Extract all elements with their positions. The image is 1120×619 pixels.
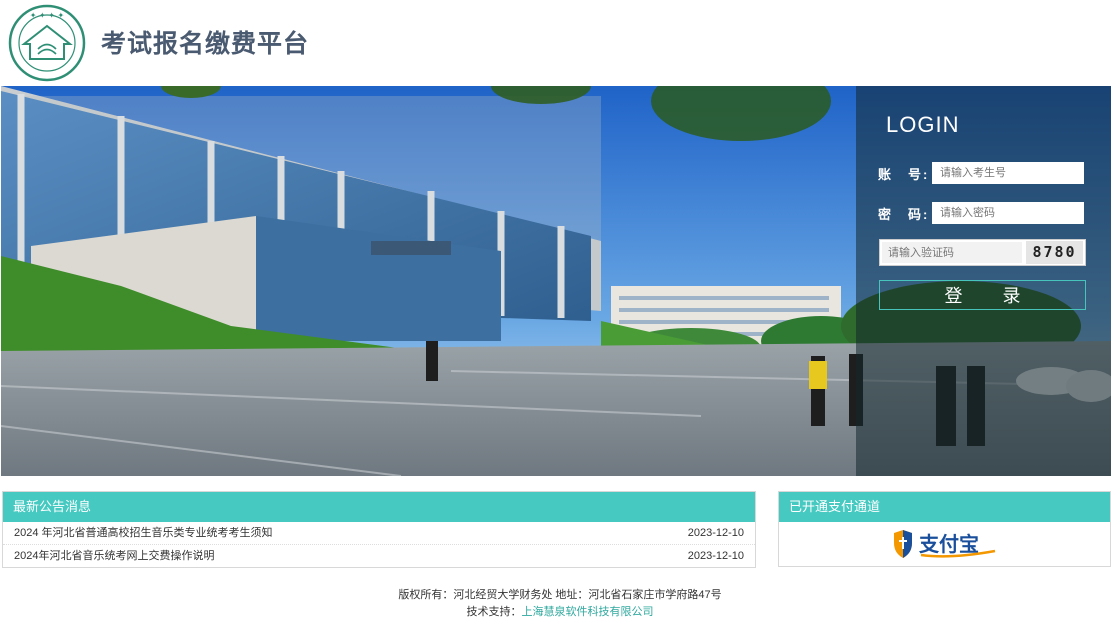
svg-text:✦ ✦ ✦ ✦: ✦ ✦ ✦ ✦ — [30, 11, 65, 20]
site-title: 考试报名缴费平台 — [101, 29, 310, 58]
notice-panel-title: 最新公告消息 — [3, 492, 755, 522]
captcha-field: 8780 — [879, 239, 1086, 266]
notice-date: 2023-12-10 — [687, 527, 744, 539]
account-input[interactable] — [932, 162, 1084, 184]
captcha-image[interactable]: 8780 — [1026, 241, 1083, 264]
footer-support: 技术支持：上海慧泉软件科技有限公司 — [0, 603, 1120, 619]
payment-channel-name: 支付宝 — [919, 532, 979, 556]
footer-support-label: 技术支持： — [466, 606, 522, 618]
notice-panel: 最新公告消息 2024 年河北省普通高校招生音乐类专业统考考生须知 2023-1… — [2, 491, 756, 568]
captcha-input[interactable] — [882, 242, 1022, 263]
university-seal-icon: ✦ ✦ ✦ ✦ — [8, 4, 86, 82]
login-panel: LOGIN 账 号: 密 码: 8780 登录 — [856, 86, 1111, 476]
notice-date: 2023-12-10 — [687, 550, 744, 562]
footer-support-link[interactable]: 上海慧泉软件科技有限公司 — [522, 606, 654, 618]
campus-banner: LOGIN 账 号: 密 码: 8780 登录 — [1, 86, 1111, 476]
footer-copyright: 版权所有：河北经贸大学财务处 地址：河北省石家庄市学府路47号 — [398, 589, 722, 601]
login-title: LOGIN — [886, 112, 960, 137]
header: ✦ ✦ ✦ ✦ 考试报名缴费平台 — [0, 0, 1120, 86]
payment-panel: 已开通支付通道 支付宝 — [778, 491, 1111, 567]
alipay-shield-icon[interactable]: 支付宝 — [891, 529, 1001, 559]
password-label: 密 码: — [878, 207, 930, 222]
login-button[interactable]: 登录 — [879, 280, 1086, 310]
password-input[interactable] — [932, 202, 1084, 224]
account-label: 账 号: — [878, 167, 930, 182]
notice-title[interactable]: 2024 年河北省普通高校招生音乐类专业统考考生须知 — [14, 527, 273, 539]
notice-item[interactable]: 2024 年河北省普通高校招生音乐类专业统考考生须知 2023-12-10 — [3, 522, 755, 544]
notice-item[interactable]: 2024年河北省音乐统考网上交费操作说明 2023-12-10 — [3, 544, 755, 566]
notice-title[interactable]: 2024年河北省音乐统考网上交费操作说明 — [14, 550, 214, 562]
payment-panel-title: 已开通支付通道 — [779, 492, 1110, 522]
